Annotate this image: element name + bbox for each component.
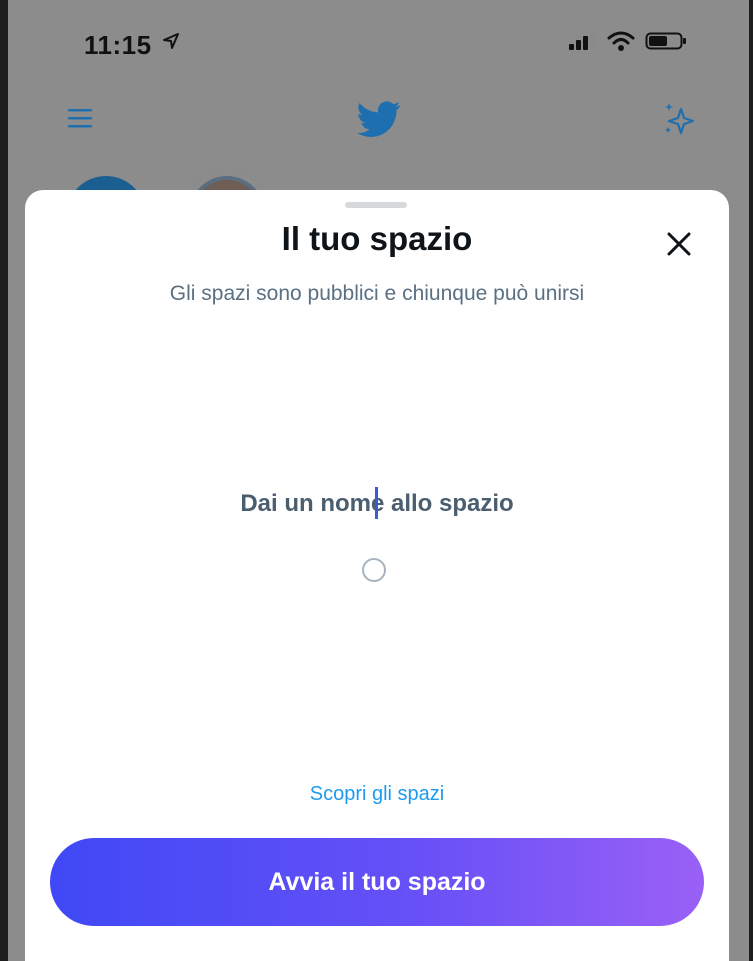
sheet-subtitle: Gli spazi sono pubblici e chiunque può u…: [169, 282, 585, 305]
hamburger-menu-icon[interactable]: [66, 105, 96, 136]
start-space-button-label: Avvia il tuo spazio: [268, 867, 486, 896]
status-bar: 11:15: [8, 0, 749, 95]
app-screen: 11:15 Il tuo spazio Gli spazi sono pubbl…: [0, 0, 753, 961]
start-space-button[interactable]: Avvia il tuo spazio: [50, 838, 704, 926]
twitter-bird-icon: [354, 97, 404, 146]
cellular-signal-icon: [567, 31, 597, 56]
sparkle-icon[interactable]: [659, 99, 699, 144]
close-button[interactable]: [665, 230, 693, 258]
close-icon: [667, 232, 691, 256]
frame-edge-right: [749, 0, 753, 961]
battery-icon: [645, 31, 687, 56]
frame-edge-left: [0, 0, 8, 961]
sheet-grabber[interactable]: [345, 202, 407, 208]
discover-spaces-link[interactable]: Scopri gli spazi: [25, 783, 729, 806]
status-time: 11:15: [84, 30, 152, 60]
sheet-title: Il tuo spazio: [281, 220, 473, 257]
app-header: [8, 95, 749, 165]
topic-toggle[interactable]: [362, 558, 386, 582]
location-arrow-icon: [161, 31, 181, 56]
spaces-sheet: Il tuo spazio Gli spazi sono pubblici e …: [25, 190, 729, 961]
text-caret: [375, 487, 378, 519]
status-indicators: [567, 30, 687, 57]
wifi-icon: [607, 30, 635, 57]
